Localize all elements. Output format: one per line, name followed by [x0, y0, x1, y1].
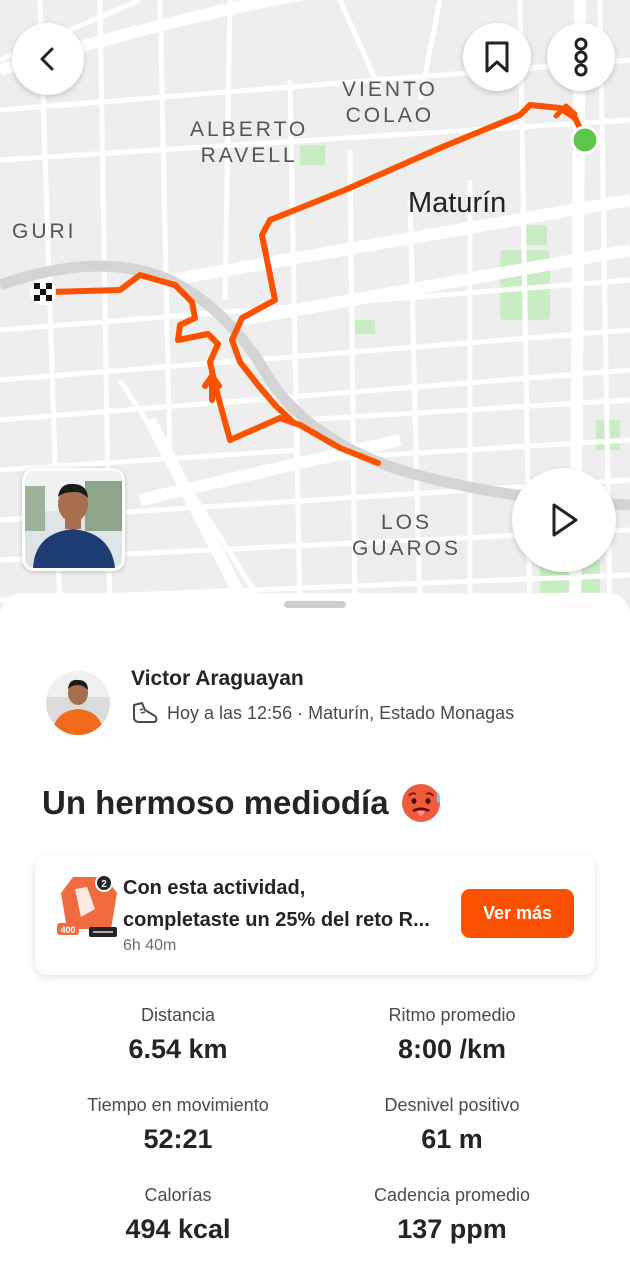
- hot-face-emoji-icon: [401, 784, 440, 822]
- stat-value: 52:21: [143, 1124, 213, 1154]
- more-options-button[interactable]: [547, 23, 615, 91]
- stat-label: Ritmo promedio: [388, 1005, 516, 1025]
- athlete-header[interactable]: Victor Araguayan Hoy a las 12:56 · Matur…: [46, 665, 586, 735]
- athlete-photo: [25, 471, 122, 568]
- challenge-text-line1: Con esta actividad,: [123, 877, 306, 899]
- chevron-left-icon: [40, 47, 54, 71]
- stat-value: 8:00 /km: [397, 1034, 507, 1064]
- stat-label: Cadencia promedio: [373, 1185, 531, 1205]
- shoe-icon: [133, 702, 158, 723]
- more-vertical-icon: [574, 37, 588, 77]
- athlete-name[interactable]: Victor Araguayan: [131, 667, 304, 691]
- challenge-time: 6h 40m: [123, 937, 177, 954]
- stat-value: 61 m: [421, 1124, 483, 1154]
- ver-mas-button[interactable]: Ver más: [461, 889, 574, 938]
- stat-calories: Calorías 494 kcal: [43, 1185, 313, 1245]
- challenge-badge-text: 400: [60, 925, 75, 935]
- svg-text:2: 2: [101, 879, 107, 890]
- activity-detail-sheet: Victor Araguayan Hoy a las 12:56 · Matur…: [0, 593, 630, 1280]
- challenge-card[interactable]: 2 400 Con esta actividad, completaste un…: [35, 855, 595, 975]
- stat-value: 494 kcal: [125, 1214, 231, 1244]
- avatar[interactable]: [46, 671, 110, 735]
- stat-label: Calorías: [144, 1185, 212, 1205]
- stat-value: 137 ppm: [397, 1214, 507, 1244]
- stat-avg-pace: Ritmo promedio 8:00 /km: [317, 1005, 587, 1065]
- bookmark-button[interactable]: [463, 23, 531, 91]
- play-flyover-button[interactable]: [512, 468, 616, 572]
- stat-label: Desnivel positivo: [384, 1095, 520, 1115]
- map-label-maturin: Maturín: [408, 187, 507, 219]
- drag-handle[interactable]: [284, 601, 346, 608]
- map-label-alberto-ravell: ALBERTO RAVELL: [190, 118, 309, 167]
- stat-moving-time: Tiempo en movimiento 52:21: [43, 1095, 313, 1155]
- route-map[interactable]: VIENTO COLAO ALBERTO RAVELL GURI Maturín…: [0, 0, 630, 615]
- activity-meta: Hoy a las 12:56 · Maturín, Estado Monaga…: [131, 701, 514, 725]
- challenge-text-line2: completaste un 25% del reto R...: [123, 909, 430, 931]
- stat-distance: Distancia 6.54 km: [43, 1005, 313, 1065]
- play-icon: [552, 503, 578, 537]
- bookmark-icon: [485, 41, 509, 73]
- activity-photo-thumbnail[interactable]: [22, 468, 125, 571]
- back-button[interactable]: [12, 23, 84, 95]
- activity-title-text: Un hermoso mediodía: [42, 784, 389, 821]
- stat-label: Distancia: [140, 1005, 216, 1025]
- stat-value: 6.54 km: [128, 1034, 228, 1064]
- map-label-los-guaros: LOS GUAROS: [352, 511, 462, 560]
- activity-meta-text: Hoy a las 12:56 · Maturín, Estado Monaga…: [167, 702, 515, 723]
- stat-label: Tiempo en movimiento: [87, 1095, 269, 1115]
- activity-title: Un hermoso mediodía: [42, 781, 443, 825]
- stat-avg-cadence: Cadencia promedio 137 ppm: [317, 1185, 587, 1245]
- map-label-viento-colao: VIENTO COLAO: [342, 78, 438, 127]
- stat-elevation-gain: Desnivel positivo 61 m: [317, 1095, 587, 1155]
- avatar-image: [46, 671, 110, 735]
- map-label-guri: GURI: [12, 220, 77, 243]
